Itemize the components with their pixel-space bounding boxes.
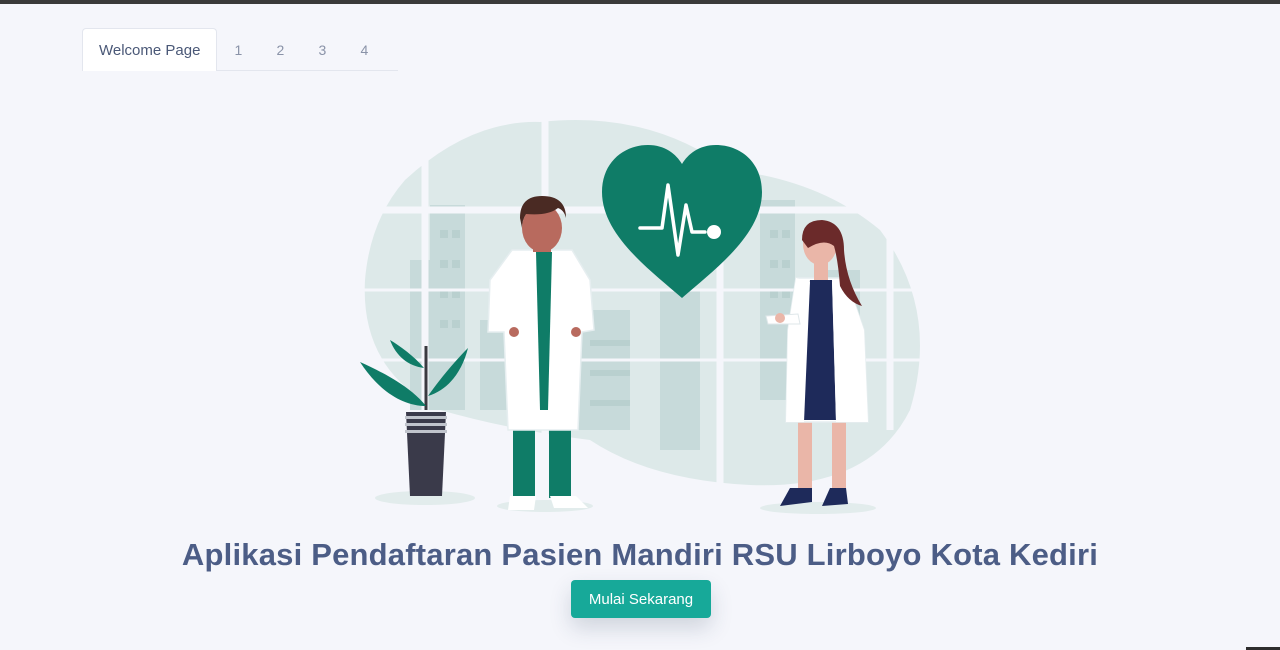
hero-illustration <box>360 110 930 514</box>
tab-step-1[interactable]: 1 <box>217 29 259 70</box>
tab-step-4[interactable]: 4 <box>343 29 385 70</box>
start-now-button[interactable]: Mulai Sekarang <box>571 580 711 618</box>
potted-plant <box>360 340 475 505</box>
tab-welcome-page[interactable]: Welcome Page <box>82 28 218 71</box>
top-border <box>0 0 1280 4</box>
page-title: Aplikasi Pendaftaran Pasien Mandiri RSU … <box>181 536 1099 572</box>
tab-step-2[interactable]: 2 <box>259 29 301 70</box>
step-tabs: Welcome Page 1 2 3 4 <box>82 28 398 71</box>
tab-step-3[interactable]: 3 <box>301 29 343 70</box>
